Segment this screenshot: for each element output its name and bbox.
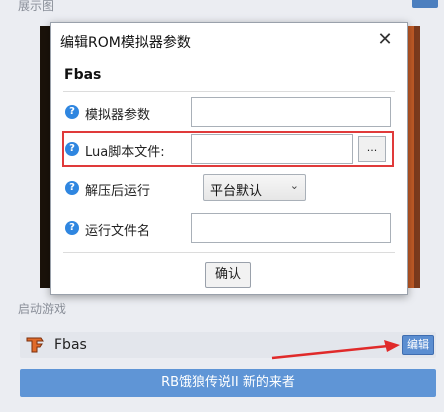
select-value: 平台默认 (210, 184, 263, 199)
dialog-section-header: Fbas (64, 67, 102, 83)
preview-section-label: 展示图 (18, 0, 55, 13)
run-filename-row: ? 运行文件名 (63, 213, 393, 243)
run-after-extract-row: ? 解压后运行 平台默认 ⌄ (63, 173, 393, 203)
lua-script-label: Lua脚本文件: (85, 145, 165, 160)
corner-button[interactable] (412, 0, 438, 8)
rom-name: Fbas (54, 337, 87, 353)
run-filename-input[interactable] (191, 213, 391, 243)
browse-button[interactable]: ... (358, 136, 386, 162)
edit-rom-params-dialog: 编辑ROM模拟器参数 ✕ Fbas ? 模拟器参数 ? Lua脚本文件: ...… (50, 22, 408, 295)
run-after-extract-select[interactable]: 平台默认 ⌄ (203, 174, 306, 201)
dialog-title: 编辑ROM模拟器参数 (60, 35, 191, 51)
run-filename-label: 运行文件名 (85, 224, 151, 239)
divider (63, 91, 395, 92)
launch-game-button[interactable]: RB饿狼传说II 新的来者 (20, 369, 436, 397)
emulator-params-row: ? 模拟器参数 (63, 97, 393, 127)
lua-script-input[interactable] (191, 134, 353, 164)
lua-script-row: ? Lua脚本文件: ... (63, 134, 393, 164)
help-icon[interactable]: ? (65, 142, 79, 156)
launch-section-label: 启动游戏 (18, 302, 67, 316)
edit-button[interactable]: 编辑 (402, 335, 434, 355)
emulator-params-label: 模拟器参数 (85, 108, 151, 123)
emulator-params-input[interactable] (191, 97, 391, 127)
run-after-extract-label: 解压后运行 (85, 184, 151, 199)
help-icon[interactable]: ? (65, 181, 79, 195)
help-icon[interactable]: ? (65, 105, 79, 119)
chevron-down-icon: ⌄ (289, 179, 299, 192)
help-icon[interactable]: ? (65, 221, 79, 235)
confirm-button[interactable]: 确认 (205, 262, 251, 288)
annotation-arrow-icon (271, 340, 400, 360)
rom-logo-icon (26, 337, 44, 353)
close-icon[interactable]: ✕ (375, 29, 395, 50)
divider (63, 252, 395, 253)
